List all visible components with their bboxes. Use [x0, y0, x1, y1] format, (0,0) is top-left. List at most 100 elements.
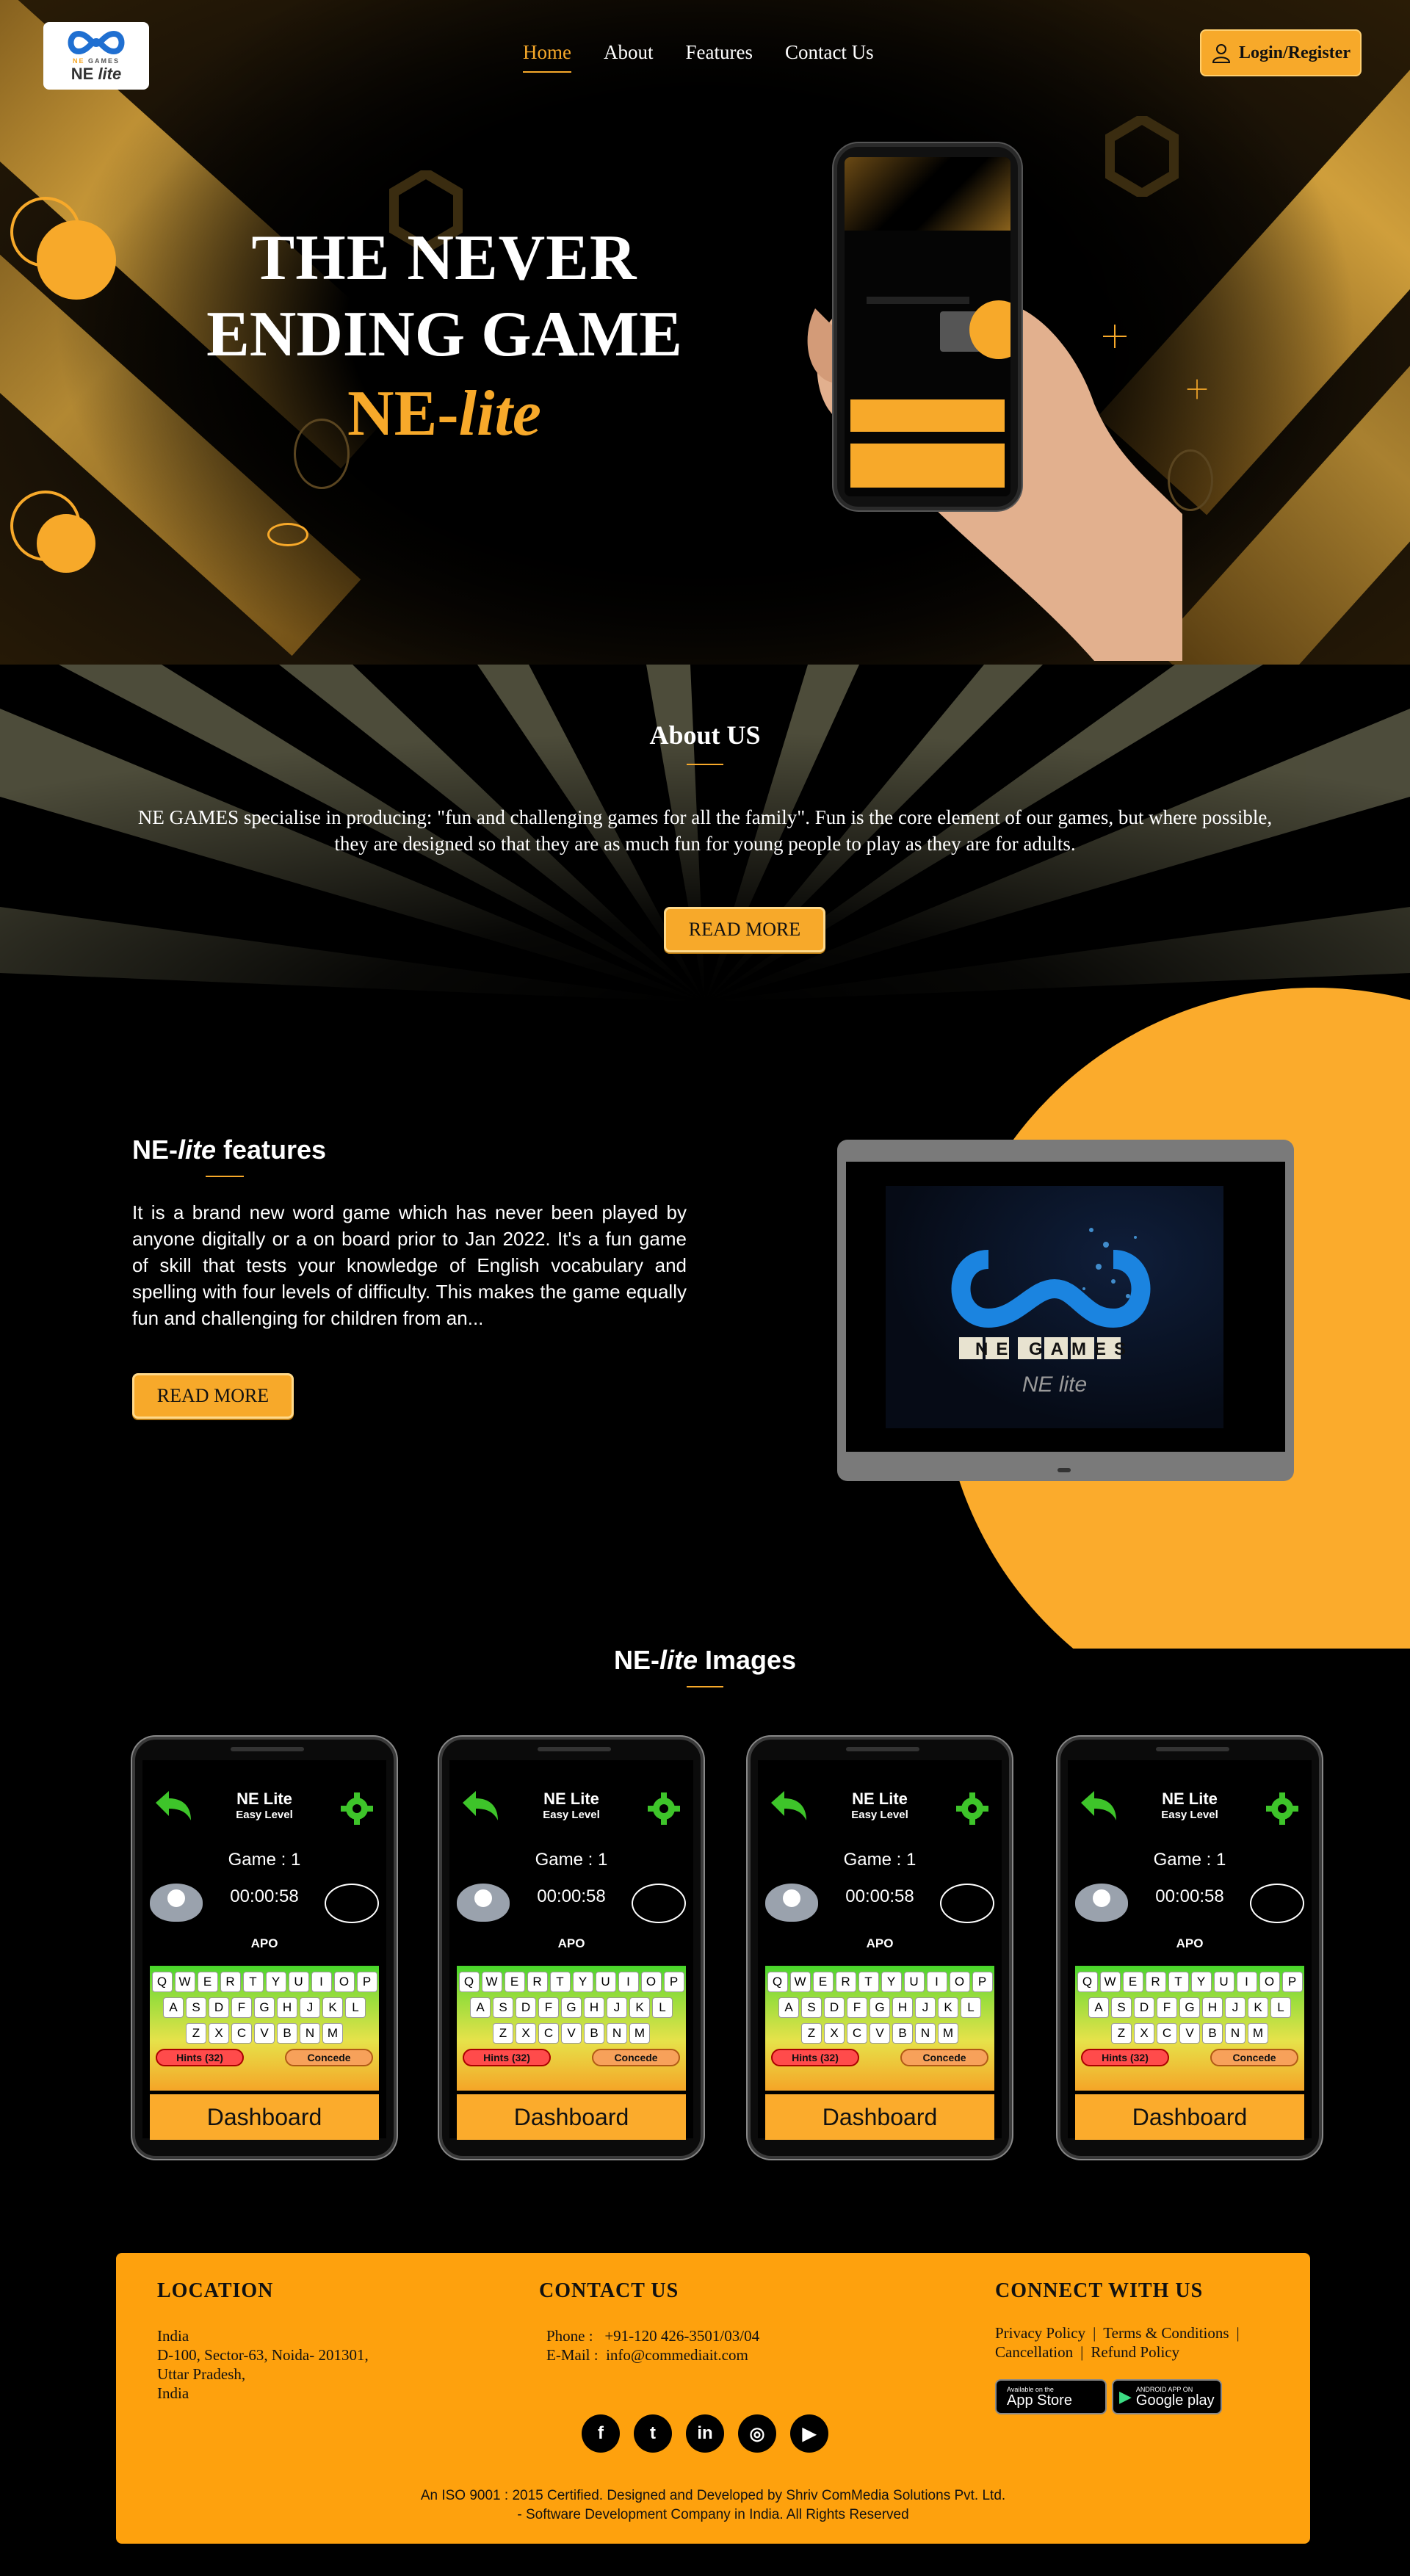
- key[interactable]: W: [174, 1972, 195, 1992]
- key[interactable]: F: [538, 1997, 559, 2018]
- key[interactable]: E: [812, 1972, 834, 1992]
- key[interactable]: P: [972, 1972, 993, 1992]
- key[interactable]: Y: [881, 1972, 902, 1992]
- terms-link[interactable]: Terms & Conditions: [1103, 2324, 1229, 2342]
- key[interactable]: D: [1134, 1997, 1154, 2018]
- key[interactable]: U: [288, 1972, 309, 1992]
- twitter-icon[interactable]: t: [634, 2414, 672, 2453]
- key[interactable]: V: [1179, 2023, 1200, 2044]
- linkedin-icon[interactable]: in: [686, 2414, 724, 2453]
- key[interactable]: R: [220, 1972, 241, 1992]
- key[interactable]: P: [663, 1972, 684, 1992]
- key[interactable]: R: [835, 1972, 856, 1992]
- key[interactable]: Q: [767, 1972, 788, 1992]
- instagram-icon[interactable]: ◎: [738, 2414, 776, 2453]
- refund-policy-link[interactable]: Refund Policy: [1091, 2343, 1179, 2361]
- key[interactable]: C: [847, 2023, 867, 2044]
- app-store-badge[interactable]: Available on the App Store: [995, 2379, 1107, 2414]
- key[interactable]: Z: [186, 2023, 206, 2044]
- dashboard-button[interactable]: Dashboard: [457, 2094, 686, 2140]
- hints-button[interactable]: Hints (32): [771, 2049, 859, 2066]
- key[interactable]: E: [504, 1972, 525, 1992]
- key[interactable]: Q: [151, 1972, 173, 1992]
- key[interactable]: M: [938, 2023, 958, 2044]
- key[interactable]: Y: [1190, 1972, 1212, 1992]
- key[interactable]: D: [516, 1997, 536, 2018]
- key[interactable]: K: [322, 1997, 343, 2018]
- key[interactable]: G: [870, 1997, 890, 2018]
- hints-button[interactable]: Hints (32): [463, 2049, 551, 2066]
- site-logo[interactable]: NE GAMES NE lite: [43, 22, 149, 90]
- key[interactable]: B: [1202, 2023, 1223, 2044]
- key[interactable]: X: [516, 2023, 536, 2044]
- facebook-icon[interactable]: f: [582, 2414, 620, 2453]
- key[interactable]: Q: [458, 1972, 480, 1992]
- key[interactable]: Z: [493, 2023, 513, 2044]
- about-read-more-button[interactable]: READ MORE: [664, 907, 825, 952]
- key[interactable]: V: [254, 2023, 275, 2044]
- key[interactable]: L: [652, 1997, 673, 2018]
- key[interactable]: T: [549, 1972, 571, 1992]
- key[interactable]: A: [470, 1997, 491, 2018]
- key[interactable]: K: [938, 1997, 958, 2018]
- key[interactable]: B: [584, 2023, 604, 2044]
- key[interactable]: X: [824, 2023, 845, 2044]
- key[interactable]: K: [1248, 1997, 1268, 2018]
- key[interactable]: B: [277, 2023, 297, 2044]
- key[interactable]: A: [778, 1997, 799, 2018]
- key[interactable]: N: [915, 2023, 936, 2044]
- key[interactable]: T: [1168, 1972, 1189, 1992]
- key[interactable]: A: [163, 1997, 184, 2018]
- key[interactable]: U: [1213, 1972, 1234, 1992]
- nav-about[interactable]: About: [604, 41, 654, 64]
- key[interactable]: G: [561, 1997, 582, 2018]
- key[interactable]: H: [584, 1997, 604, 2018]
- concede-button[interactable]: Concede: [285, 2049, 373, 2066]
- key[interactable]: J: [607, 1997, 627, 2018]
- key[interactable]: Z: [1111, 2023, 1132, 2044]
- key[interactable]: W: [1099, 1972, 1121, 1992]
- concede-button[interactable]: Concede: [592, 2049, 680, 2066]
- key[interactable]: W: [481, 1972, 502, 1992]
- key[interactable]: S: [1111, 1997, 1132, 2018]
- key[interactable]: I: [1236, 1972, 1257, 1992]
- key[interactable]: I: [926, 1972, 947, 1992]
- hints-button[interactable]: Hints (32): [156, 2049, 244, 2066]
- key[interactable]: M: [629, 2023, 650, 2044]
- key[interactable]: R: [1145, 1972, 1166, 1992]
- key[interactable]: X: [1134, 2023, 1154, 2044]
- key[interactable]: R: [527, 1972, 548, 1992]
- key[interactable]: S: [186, 1997, 206, 2018]
- key[interactable]: K: [629, 1997, 650, 2018]
- key[interactable]: J: [1225, 1997, 1246, 2018]
- key[interactable]: I: [311, 1972, 332, 1992]
- concede-button[interactable]: Concede: [900, 2049, 988, 2066]
- phone-link[interactable]: +91-120 426-3501/03/04: [604, 2327, 759, 2345]
- key[interactable]: S: [493, 1997, 513, 2018]
- key[interactable]: Q: [1077, 1972, 1098, 1992]
- key[interactable]: W: [789, 1972, 811, 1992]
- key[interactable]: E: [197, 1972, 218, 1992]
- key[interactable]: P: [1281, 1972, 1303, 1992]
- dashboard-button[interactable]: Dashboard: [765, 2094, 994, 2140]
- nav-contact-us[interactable]: Contact Us: [785, 41, 874, 64]
- cancellation-link[interactable]: Cancellation: [995, 2343, 1073, 2361]
- key[interactable]: F: [231, 1997, 252, 2018]
- email-link[interactable]: info@commediait.com: [606, 2346, 748, 2364]
- login-register-button[interactable]: Login/Register: [1200, 29, 1362, 76]
- concede-button[interactable]: Concede: [1210, 2049, 1298, 2066]
- key[interactable]: N: [300, 2023, 320, 2044]
- key[interactable]: N: [1225, 2023, 1246, 2044]
- key[interactable]: Z: [801, 2023, 822, 2044]
- key[interactable]: M: [1248, 2023, 1268, 2044]
- key[interactable]: N: [607, 2023, 627, 2044]
- key[interactable]: I: [618, 1972, 639, 1992]
- key[interactable]: H: [892, 1997, 913, 2018]
- key[interactable]: S: [801, 1997, 822, 2018]
- key[interactable]: P: [356, 1972, 377, 1992]
- key[interactable]: C: [231, 2023, 252, 2044]
- key[interactable]: D: [824, 1997, 845, 2018]
- key[interactable]: L: [1270, 1997, 1291, 2018]
- key[interactable]: O: [640, 1972, 662, 1992]
- key[interactable]: V: [561, 2023, 582, 2044]
